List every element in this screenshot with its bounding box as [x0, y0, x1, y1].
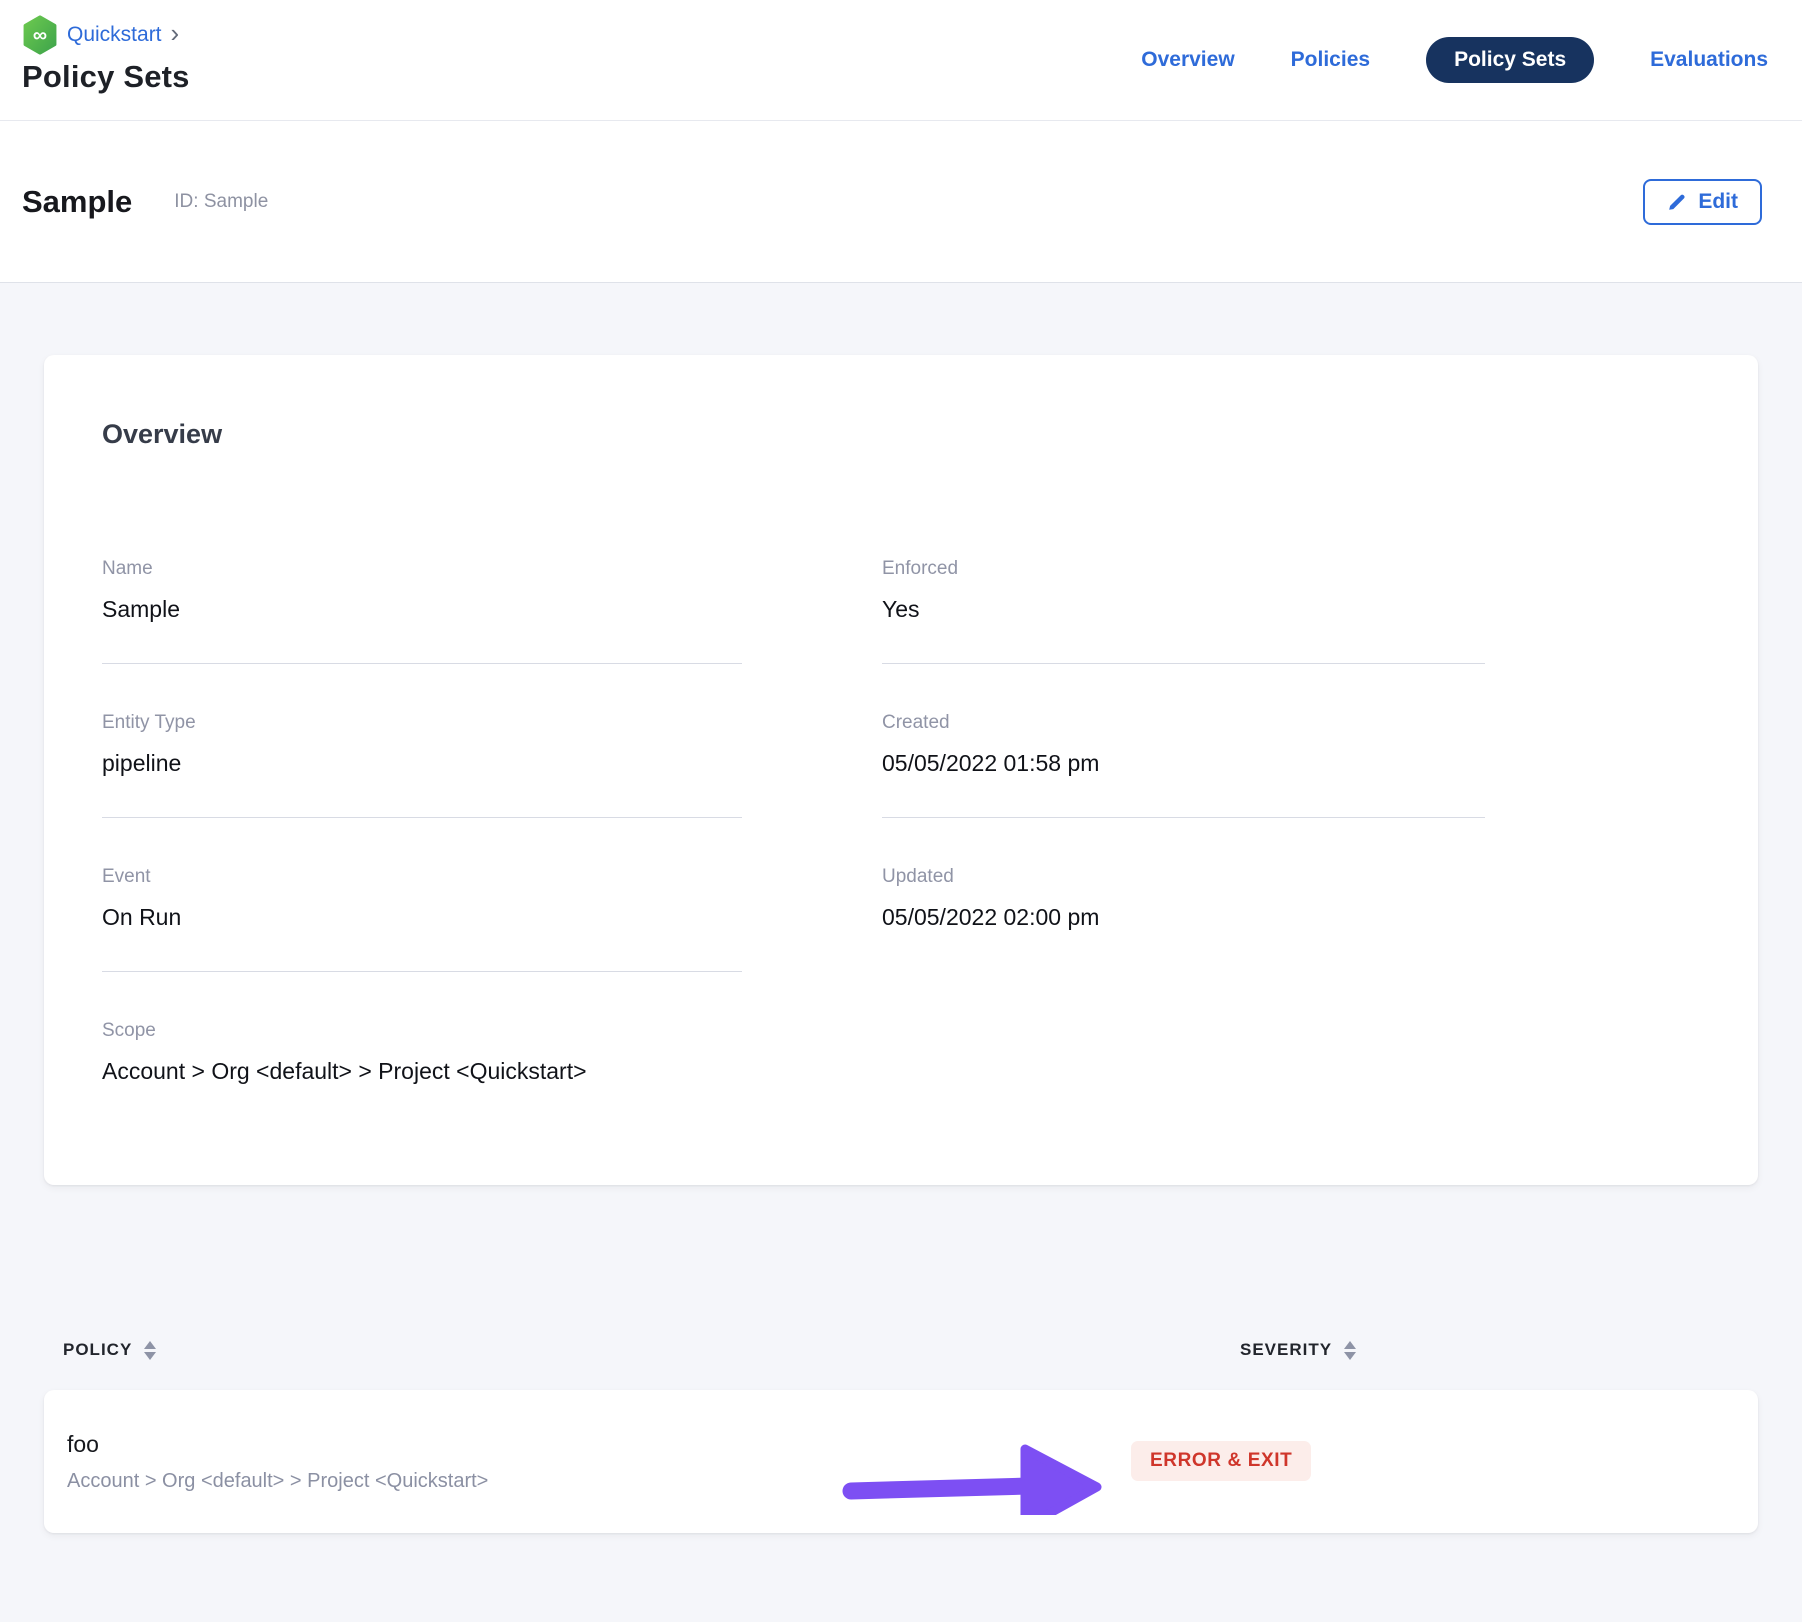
- edit-button-label: Edit: [1698, 190, 1738, 214]
- edit-pencil-icon: [1667, 192, 1687, 212]
- field-enforced: Enforced Yes: [882, 558, 1485, 664]
- page: ∞ Quickstart › Policy Sets Overview Poli…: [0, 0, 1802, 1622]
- column-header-severity-label: SEVERITY: [1240, 1340, 1332, 1360]
- field-label: Enforced: [882, 558, 1485, 580]
- tab-overview[interactable]: Overview: [1141, 48, 1234, 72]
- overview-field-grid: Name Sample Enforced Yes Entity Type pip…: [102, 558, 1485, 1125]
- page-header: ∞ Quickstart › Policy Sets Overview Poli…: [0, 0, 1802, 121]
- entity-id: ID: Sample: [174, 191, 268, 213]
- policies-table-header: POLICY SEVERITY: [44, 1340, 1758, 1364]
- tab-policies[interactable]: Policies: [1291, 48, 1370, 72]
- entity-title: Sample: [22, 184, 132, 220]
- field-value: 05/05/2022 01:58 pm: [882, 750, 1485, 777]
- sort-icon: [144, 1341, 156, 1360]
- field-label: Scope: [102, 1020, 742, 1042]
- field-label: Name: [102, 558, 742, 580]
- field-value: Sample: [102, 596, 742, 623]
- page-title: Policy Sets: [22, 59, 190, 95]
- field-value: On Run: [102, 904, 742, 931]
- field-value: Account > Org <default> > Project <Quick…: [102, 1058, 742, 1085]
- sort-down-triangle-icon: [1344, 1352, 1356, 1360]
- edit-button[interactable]: Edit: [1643, 179, 1762, 225]
- policy-row[interactable]: foo Account > Org <default> > Project <Q…: [44, 1390, 1758, 1533]
- tab-policy-sets[interactable]: Policy Sets: [1426, 37, 1594, 83]
- field-label: Entity Type: [102, 712, 742, 734]
- field-label: Updated: [882, 866, 1485, 888]
- overview-card: Overview Name Sample Enforced Yes Entity…: [44, 355, 1758, 1185]
- sort-up-triangle-icon: [144, 1341, 156, 1349]
- sort-down-triangle-icon: [144, 1352, 156, 1360]
- field-entity-type: Entity Type pipeline: [102, 712, 742, 818]
- overview-section-title: Overview: [102, 419, 1485, 450]
- main-content: Overview Name Sample Enforced Yes Entity…: [0, 283, 1802, 1622]
- field-name: Name Sample: [102, 558, 742, 664]
- severity-badge: ERROR & EXIT: [1131, 1441, 1311, 1481]
- breadcrumb: ∞ Quickstart ›: [22, 13, 190, 57]
- column-header-policy[interactable]: POLICY: [63, 1340, 156, 1360]
- breadcrumb-chevron-icon: ›: [171, 23, 180, 47]
- breadcrumb-project-link[interactable]: Quickstart: [67, 23, 162, 47]
- field-value: 05/05/2022 02:00 pm: [882, 904, 1485, 931]
- field-updated: Updated 05/05/2022 02:00 pm: [882, 866, 1485, 972]
- column-header-severity[interactable]: SEVERITY: [1240, 1340, 1356, 1360]
- entity-toolbar: Sample ID: Sample Edit: [0, 121, 1802, 283]
- field-event: Event On Run: [102, 866, 742, 972]
- infinity-glyph: ∞: [33, 25, 47, 47]
- sort-up-triangle-icon: [1344, 1341, 1356, 1349]
- field-label: Created: [882, 712, 1485, 734]
- column-header-policy-label: POLICY: [63, 1340, 132, 1360]
- field-value: Yes: [882, 596, 1485, 623]
- tab-evaluations[interactable]: Evaluations: [1650, 48, 1768, 72]
- header-left: ∞ Quickstart › Policy Sets: [22, 13, 190, 95]
- sort-icon: [1344, 1341, 1356, 1360]
- project-hexagon-icon: ∞: [22, 15, 58, 55]
- annotation-arrow-icon: [839, 1415, 1107, 1515]
- field-scope: Scope Account > Org <default> > Project …: [102, 1020, 742, 1125]
- field-value: pipeline: [102, 750, 742, 777]
- field-label: Event: [102, 866, 742, 888]
- field-created: Created 05/05/2022 01:58 pm: [882, 712, 1485, 818]
- header-tabs: Overview Policies Policy Sets Evaluation…: [1141, 37, 1768, 83]
